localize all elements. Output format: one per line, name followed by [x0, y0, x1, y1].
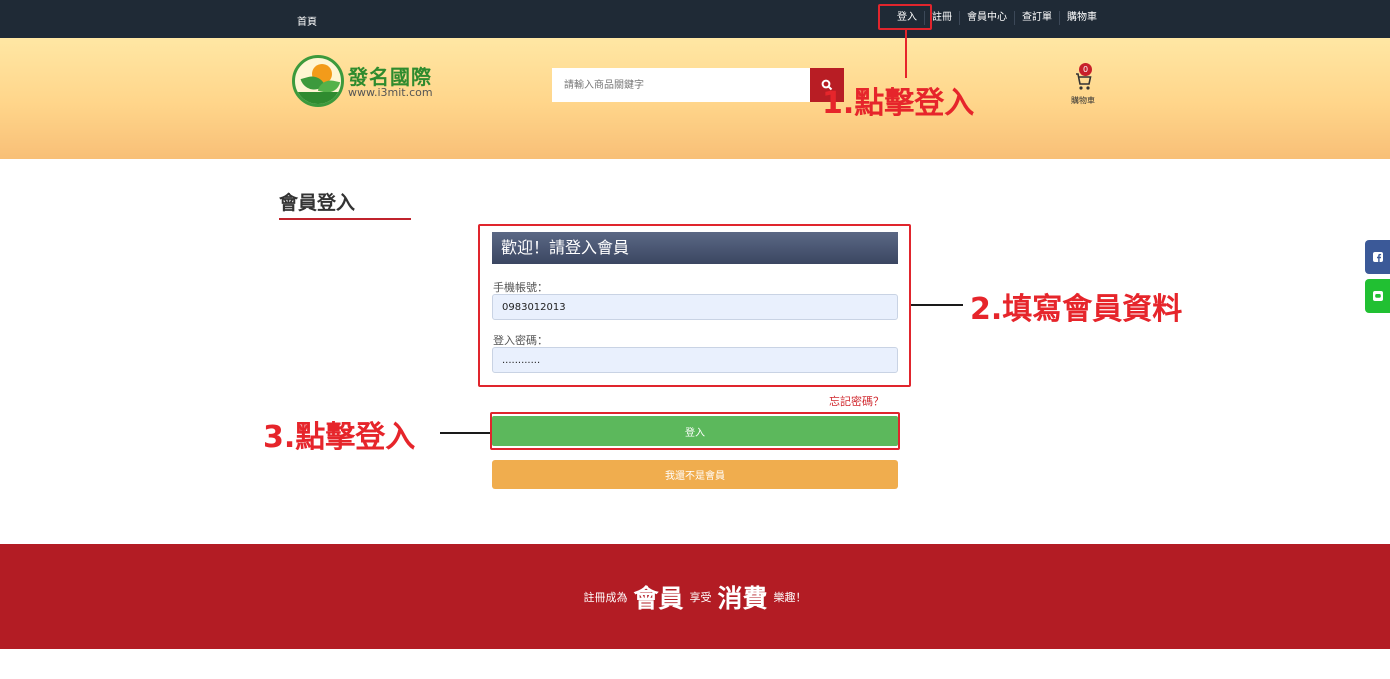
annotation-step-3: 3.點擊登入: [263, 420, 416, 455]
facebook-side-button[interactable]: [1365, 240, 1390, 274]
forgot-password-link[interactable]: 忘記密碼？: [829, 393, 884, 409]
login-form-header: 歡迎！請登入會員: [492, 232, 898, 264]
nav-orders[interactable]: 查訂單: [1014, 11, 1059, 25]
footer-text-member: 會員: [633, 583, 684, 613]
logo-url: www.i3mit.com: [348, 86, 433, 99]
footer-text-2: 享受: [689, 590, 712, 604]
footer-text-consume: 消費: [717, 583, 768, 613]
title-underline: [279, 218, 411, 220]
nav-member-center[interactable]: 會員中心: [959, 11, 1014, 25]
not-member-button[interactable]: 我還不是會員: [492, 460, 898, 489]
cart-label: 購物車: [1071, 96, 1095, 105]
facebook-icon: [1372, 252, 1383, 262]
top-bar: 首頁 登入 註冊 會員中心 查訂單 購物車: [0, 0, 1390, 38]
search-input[interactable]: [552, 68, 810, 102]
header-cart[interactable]: 0 購物車: [1060, 62, 1106, 108]
annotation-line-1: [905, 30, 907, 78]
nav-cart[interactable]: 購物車: [1059, 11, 1104, 25]
footer-banner: 註冊成為 會員 享受 消費 樂趣！: [0, 544, 1390, 649]
site-logo[interactable]: 發名國際 www.i3mit.com: [292, 55, 442, 109]
nav-home[interactable]: 首頁: [297, 13, 317, 28]
footer-text-1: 註冊成為: [583, 590, 628, 604]
phone-label: 手機帳號：: [493, 281, 548, 294]
page-title: 會員登入: [279, 192, 356, 214]
password-input[interactable]: [492, 347, 898, 373]
footer-text-3: 樂趣！: [773, 590, 807, 604]
line-icon: [1372, 291, 1383, 301]
annotation-box-nav-login: [878, 4, 932, 30]
line-side-button[interactable]: [1365, 279, 1390, 313]
annotation-step-1: 1.點擊登入: [822, 86, 975, 121]
header: 發名國際 www.i3mit.com 0 購物車: [0, 38, 1390, 159]
annotation-line-3: [440, 432, 490, 434]
phone-input[interactable]: [492, 294, 898, 320]
password-label: 登入密碼：: [493, 334, 548, 347]
search-bar: [552, 68, 844, 102]
annotation-line-2: [911, 304, 963, 306]
cart-count-badge: 0: [1079, 63, 1092, 76]
annotation-step-2: 2.填寫會員資料: [970, 292, 1183, 327]
logo-emblem-icon: [292, 55, 344, 107]
login-button[interactable]: 登入: [492, 416, 898, 446]
